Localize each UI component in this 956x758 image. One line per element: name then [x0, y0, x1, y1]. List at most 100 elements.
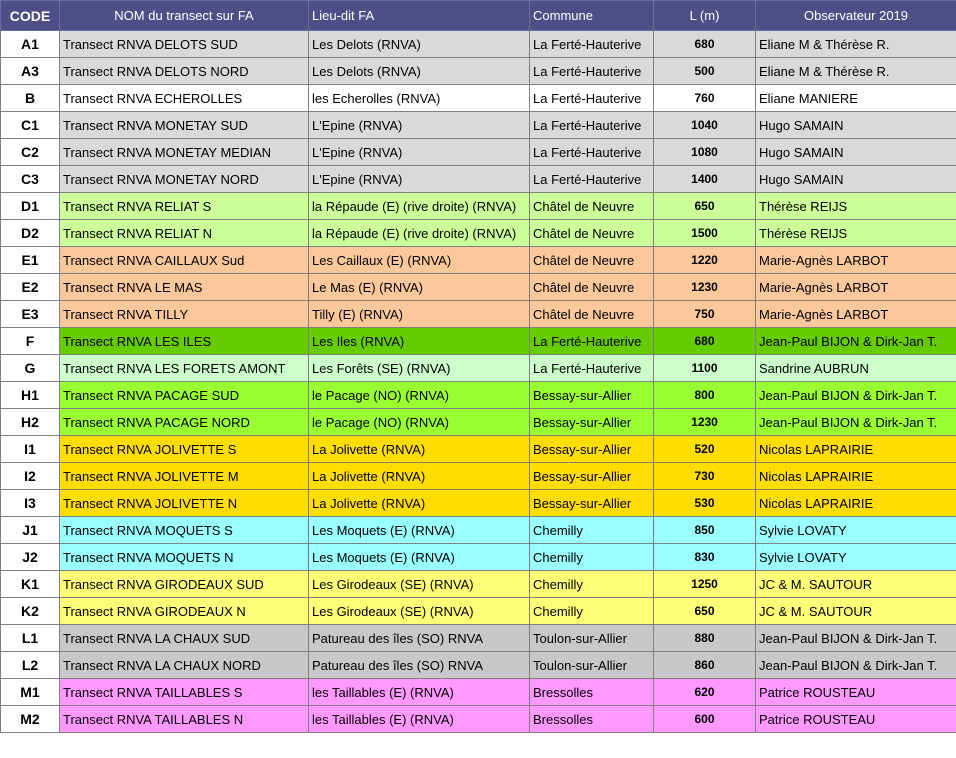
header-nom: NOM du transect sur FA	[59, 0, 309, 31]
cell-code: K1	[0, 570, 60, 598]
cell-nom: Transect RNVA JOLIVETTE S	[59, 435, 309, 463]
table-row: C1 Transect RNVA MONETAY SUD L'Epine (RNVA…	[0, 111, 956, 139]
cell-nom: Transect RNVA LA CHAUX NORD	[59, 651, 309, 679]
table-row: J2 Transect RNVA MOQUETS N Les Moquets (E)…	[0, 543, 956, 571]
cell-lieu: La Jolivette (RNVA)	[308, 462, 530, 490]
cell-observateur: Sylvie LOVATY	[755, 543, 956, 571]
cell-commune: Châtel de Neuvre	[529, 246, 654, 274]
cell-lieu: L'Epine (RNVA)	[308, 138, 530, 166]
cell-longueur: 830	[653, 543, 756, 571]
cell-nom: Transect RNVA MOQUETS S	[59, 516, 309, 544]
cell-observateur: Jean-Paul BIJON & Dirk-Jan T.	[755, 408, 956, 436]
cell-longueur: 1040	[653, 111, 756, 139]
cell-longueur: 680	[653, 30, 756, 58]
cell-code: F	[0, 327, 60, 355]
cell-nom: Transect RNVA TAILLABLES S	[59, 678, 309, 706]
header-code: CODE	[0, 0, 60, 31]
cell-code: J1	[0, 516, 60, 544]
table-row: L2 Transect RNVA LA CHAUX NORD Patureau de…	[0, 651, 956, 679]
cell-nom: Transect RNVA MONETAY MEDIAN	[59, 138, 309, 166]
cell-commune: Chemilly	[529, 543, 654, 571]
cell-observateur: JC & M. SAUTOUR	[755, 597, 956, 625]
cell-lieu: les Echerolles (RNVA)	[308, 84, 530, 112]
cell-nom: Transect RNVA RELIAT N	[59, 219, 309, 247]
cell-lieu: les Taillables (E) (RNVA)	[308, 705, 530, 733]
cell-lieu: Les Girodeaux (SE) (RNVA)	[308, 570, 530, 598]
cell-code: H1	[0, 381, 60, 409]
cell-observateur: Marie-Agnès LARBOT	[755, 273, 956, 301]
cell-observateur: Hugo SAMAIN	[755, 111, 956, 139]
cell-observateur: Sylvie LOVATY	[755, 516, 956, 544]
cell-code: E3	[0, 300, 60, 328]
table-row: E2 Transect RNVA LE MAS Le Mas (E) (RNVA) C…	[0, 273, 956, 301]
cell-nom: Transect RNVA RELIAT S	[59, 192, 309, 220]
cell-code: G	[0, 354, 60, 382]
cell-nom: Transect RNVA LES FORETS AMONT	[59, 354, 309, 382]
cell-observateur: Marie-Agnès LARBOT	[755, 246, 956, 274]
cell-observateur: Marie-Agnès LARBOT	[755, 300, 956, 328]
table-row: E3 Transect RNVA TILLY Tilly (E) (RNVA) Châ…	[0, 300, 956, 328]
cell-nom: Transect RNVA GIRODEAUX N	[59, 597, 309, 625]
cell-lieu: Les Girodeaux (SE) (RNVA)	[308, 597, 530, 625]
cell-longueur: 500	[653, 57, 756, 85]
cell-observateur: Nicolas LAPRAIRIE	[755, 489, 956, 517]
cell-code: D2	[0, 219, 60, 247]
cell-code: H2	[0, 408, 60, 436]
cell-commune: La Ferté-Hauterive	[529, 30, 654, 58]
table-row: F Transect RNVA LES ILES Les Iles (RNVA) La…	[0, 327, 956, 355]
cell-nom: Transect RNVA GIRODEAUX SUD	[59, 570, 309, 598]
table-row: L1 Transect RNVA LA CHAUX SUD Patureau des…	[0, 624, 956, 652]
cell-longueur: 1100	[653, 354, 756, 382]
cell-longueur: 860	[653, 651, 756, 679]
cell-commune: Bressolles	[529, 705, 654, 733]
cell-nom: Transect RNVA TAILLABLES N	[59, 705, 309, 733]
cell-lieu: Les Delots (RNVA)	[308, 30, 530, 58]
cell-code: C1	[0, 111, 60, 139]
cell-lieu: Les Forêts (SE) (RNVA)	[308, 354, 530, 382]
cell-observateur: Eliane MANIERE	[755, 84, 956, 112]
table-body: A1 Transect RNVA DELOTS SUD Les Delots (RN…	[0, 30, 956, 733]
cell-longueur: 680	[653, 327, 756, 355]
cell-nom: Transect RNVA JOLIVETTE M	[59, 462, 309, 490]
cell-lieu: le Pacage (NO) (RNVA)	[308, 381, 530, 409]
cell-code: C3	[0, 165, 60, 193]
cell-nom: Transect RNVA LES ILES	[59, 327, 309, 355]
cell-code: B	[0, 84, 60, 112]
cell-nom: Transect RNVA JOLIVETTE N	[59, 489, 309, 517]
cell-code: A1	[0, 30, 60, 58]
cell-lieu: Les Moquets (E) (RNVA)	[308, 543, 530, 571]
cell-code: L1	[0, 624, 60, 652]
cell-code: M1	[0, 678, 60, 706]
cell-observateur: Jean-Paul BIJON & Dirk-Jan T.	[755, 381, 956, 409]
cell-observateur: Jean-Paul BIJON & Dirk-Jan T.	[755, 327, 956, 355]
table-row: C2 Transect RNVA MONETAY MEDIAN L'Epine (R…	[0, 138, 956, 166]
cell-lieu: Le Mas (E) (RNVA)	[308, 273, 530, 301]
cell-lieu: la Répaude (E) (rive droite) (RNVA)	[308, 192, 530, 220]
cell-lieu: La Jolivette (RNVA)	[308, 489, 530, 517]
cell-commune: Châtel de Neuvre	[529, 300, 654, 328]
cell-longueur: 1250	[653, 570, 756, 598]
cell-nom: Transect RNVA TILLY	[59, 300, 309, 328]
cell-longueur: 800	[653, 381, 756, 409]
cell-nom: Transect RNVA DELOTS NORD	[59, 57, 309, 85]
cell-lieu: Les Delots (RNVA)	[308, 57, 530, 85]
cell-code: I2	[0, 462, 60, 490]
cell-code: I3	[0, 489, 60, 517]
cell-observateur: Jean-Paul BIJON & Dirk-Jan T.	[755, 651, 956, 679]
cell-code: C2	[0, 138, 60, 166]
cell-code: D1	[0, 192, 60, 220]
cell-commune: Bessay-sur-Allier	[529, 381, 654, 409]
table-row: A1 Transect RNVA DELOTS SUD Les Delots (RN…	[0, 30, 956, 58]
table-row: J1 Transect RNVA MOQUETS S Les Moquets (E)…	[0, 516, 956, 544]
cell-lieu: L'Epine (RNVA)	[308, 165, 530, 193]
cell-longueur: 1230	[653, 408, 756, 436]
cell-longueur: 880	[653, 624, 756, 652]
cell-commune: Bessay-sur-Allier	[529, 489, 654, 517]
cell-nom: Transect RNVA PACAGE SUD	[59, 381, 309, 409]
cell-observateur: Nicolas LAPRAIRIE	[755, 462, 956, 490]
table-row: K2 Transect RNVA GIRODEAUX N Les Girodeaux…	[0, 597, 956, 625]
cell-observateur: Eliane M & Thérèse R.	[755, 30, 956, 58]
cell-lieu: Les Moquets (E) (RNVA)	[308, 516, 530, 544]
cell-code: M2	[0, 705, 60, 733]
cell-observateur: Jean-Paul BIJON & Dirk-Jan T.	[755, 624, 956, 652]
